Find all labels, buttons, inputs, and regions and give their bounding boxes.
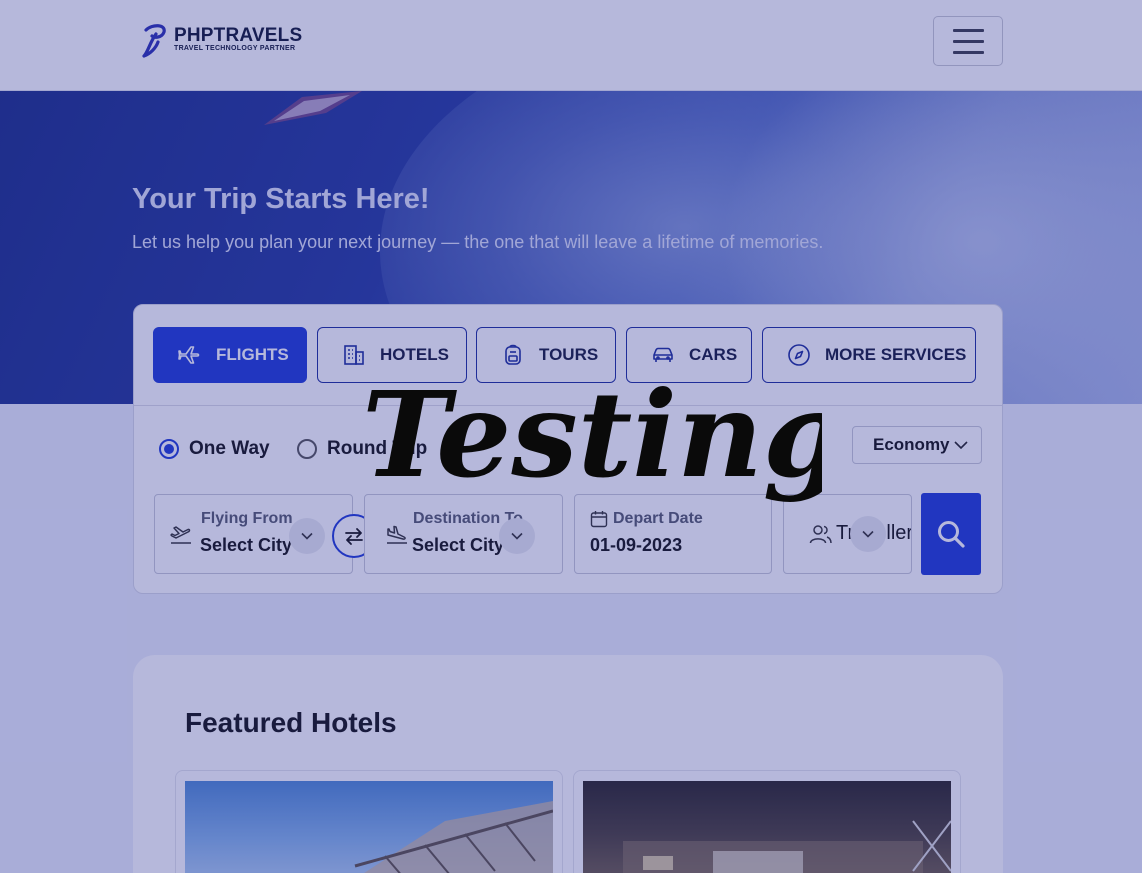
hotel-image[interactable] [583,781,952,873]
search-panel: FLIGHTS HOTELS TOURS CARS MORE SERVICES … [133,304,1003,594]
hamburger-icon-bar [953,51,984,54]
hotel-building-graphic [354,801,554,873]
flying-from-field[interactable]: Flying From Select City [154,494,353,574]
hotel-image[interactable] [185,781,554,873]
hotel-interior-graphic [623,820,952,873]
flying-from-dropdown-button[interactable] [289,518,325,554]
round-trip-radio[interactable]: Round Trip [297,438,427,460]
tab-label: MORE SERVICES [825,345,967,364]
tab-label: HOTELS [380,345,449,364]
tab-cars[interactable]: CARS [626,327,752,383]
hamburger-icon-bar [953,29,984,32]
tab-label: CARS [689,345,738,364]
hamburger-icon-bar [953,40,984,43]
radio-indicator [297,439,317,459]
cabin-class-select[interactable]: Economy [852,426,982,464]
radio-indicator [159,439,179,459]
flying-from-value: Select City [200,535,293,555]
service-tabs: FLIGHTS HOTELS TOURS CARS MORE SERVICES [134,305,1002,406]
site-header: PHPTRAVELS TRAVEL TECHNOLOGY PARTNER [0,0,1142,91]
featured-hotels-title: Featured Hotels [185,707,397,738]
tab-hotels[interactable]: HOTELS [317,327,467,383]
one-way-radio[interactable]: One Way [159,438,270,460]
search-button[interactable] [921,493,981,575]
logo-mark-icon [142,24,166,58]
destination-field[interactable]: Destination To Select City [364,494,563,574]
chevron-down-icon [301,532,313,540]
building-icon [344,345,364,365]
brand-name: PHPTRAVELS [174,25,303,46]
travellers-dropdown-button[interactable] [850,516,886,552]
chevron-down-icon [511,532,523,540]
brand-logo[interactable]: PHPTRAVELS TRAVEL TECHNOLOGY PARTNER [142,24,302,58]
featured-hotels-section: Featured Hotels [133,655,1003,873]
tab-more-services[interactable]: MORE SERVICES [762,327,976,383]
tab-flights[interactable]: FLIGHTS [153,327,307,383]
destination-dropdown-button[interactable] [499,518,535,554]
plane-takeoff-icon [170,526,191,544]
boat-image [264,91,362,125]
backpack-icon [505,344,521,365]
search-icon [938,521,965,548]
tab-tours[interactable]: TOURS [476,327,616,383]
one-way-label: One Way [189,438,270,459]
users-icon [809,525,832,544]
flying-from-label: Flying From [201,510,293,527]
brand-tagline: TRAVEL TECHNOLOGY PARTNER [174,45,296,52]
tab-label: TOURS [539,345,599,364]
compass-icon [788,344,810,366]
depart-date-label: Depart Date [613,510,703,527]
car-icon [653,347,673,362]
tab-label: FLIGHTS [216,345,289,364]
hotel-card[interactable] [175,770,563,873]
plane-landing-icon [387,525,407,544]
swap-arrows-icon [345,528,363,545]
hero-subtitle: Let us help you plan your next journey —… [132,232,824,252]
hero-title: Your Trip Starts Here! [132,183,430,215]
travellers-field[interactable]: Travellers [783,494,912,574]
depart-date-value: 01-09-2023 [590,535,683,555]
menu-toggle-button[interactable] [933,16,1003,66]
chevron-down-icon [862,530,874,538]
round-trip-label: Round Trip [327,438,428,459]
destination-value: Select City [412,535,505,555]
plane-icon [178,346,200,364]
chevron-down-icon [953,441,968,450]
cabin-class-value: Economy [873,435,950,454]
calendar-icon [590,511,608,528]
hotel-card[interactable] [573,770,961,873]
depart-date-field[interactable]: Depart Date 01-09-2023 [574,494,772,574]
